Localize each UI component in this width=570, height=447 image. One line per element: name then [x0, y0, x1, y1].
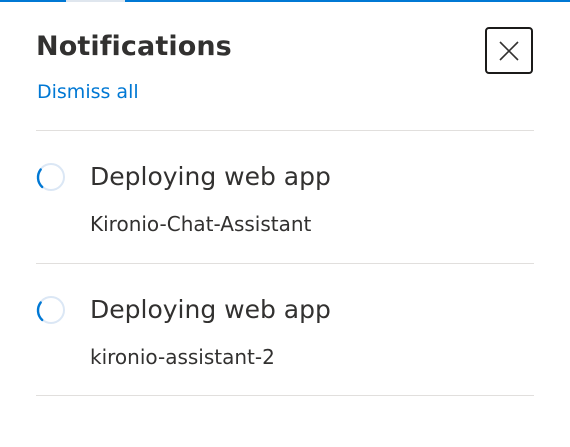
close-button[interactable] [485, 27, 533, 74]
panel-title: Notifications [36, 31, 232, 62]
divider [36, 395, 534, 396]
loading-spinner-icon [36, 296, 65, 324]
notifications-panel: Notifications Dismiss all Deploying web … [0, 0, 570, 447]
notification-item[interactable]: Deploying web app Kironio-Chat-Assistant [36, 131, 534, 251]
notification-subtitle: kironio-assistant-2 [90, 345, 275, 369]
notification-subtitle: Kironio-Chat-Assistant [90, 212, 312, 236]
notification-title: Deploying web app [90, 162, 331, 191]
close-icon [499, 40, 519, 61]
top-accent-bar [0, 0, 570, 2]
notification-title: Deploying web app [90, 295, 331, 324]
notification-item[interactable]: Deploying web app kironio-assistant-2 [36, 264, 534, 384]
dismiss-all-link[interactable]: Dismiss all [37, 81, 139, 103]
loading-spinner-icon [36, 163, 65, 191]
